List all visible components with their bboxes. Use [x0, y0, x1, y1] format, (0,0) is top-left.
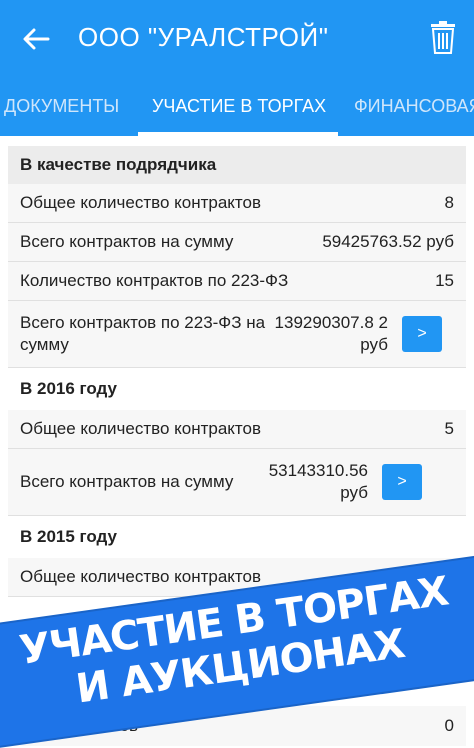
section-header-2015: В 2015 году	[8, 516, 466, 558]
row-value: 8	[444, 193, 454, 212]
section-header-contractor: В качестве подрядчика	[8, 146, 466, 184]
row-label: Общее количество контрактов	[20, 193, 262, 212]
trash-icon	[431, 21, 455, 54]
app-bar: ООО "УРАЛСТРОЙ"	[0, 0, 474, 78]
row-value: 0	[444, 716, 454, 735]
back-button[interactable]	[18, 24, 54, 54]
tab-indicator	[138, 132, 338, 136]
row-value: 139290307.8 2 руб	[274, 313, 388, 354]
list-item: Количество контрактов по 223-ФЗ 15	[8, 262, 466, 301]
row-label: Всего контрактов на сумму	[20, 472, 234, 491]
content-list: В качестве подрядчика Общее количество к…	[8, 146, 466, 597]
page-title: ООО "УРАЛСТРОЙ"	[78, 22, 329, 52]
delete-button[interactable]	[426, 18, 460, 56]
section-header-2016: В 2016 году	[8, 368, 466, 410]
list-item: Всего контрактов на сумму 53143310.56 ру…	[8, 449, 466, 516]
list-item: Всего контрактов на сумму 59425763.52 ру…	[8, 223, 466, 262]
row-label: Всего контрактов по 223-ФЗ на сумму	[20, 313, 266, 354]
tab-tenders[interactable]: УЧАСТИЕ В ТОРГАХ	[152, 96, 326, 117]
row-value: 15	[435, 271, 454, 290]
details-button[interactable]: >	[402, 316, 442, 352]
row-label: Количество контрактов по 223-ФЗ	[20, 271, 289, 290]
row-label: Общее количество контрактов	[20, 419, 262, 438]
list-item: Общее количество контрактов 5	[8, 410, 466, 449]
list-item: Всего контрактов по 223-ФЗ на сумму 1392…	[8, 301, 466, 368]
tab-bar: ДОКУМЕНТЫ УЧАСТИЕ В ТОРГАХ ФИНАНСОВАЯ	[0, 78, 474, 136]
row-value: 59425763.52 руб	[322, 232, 454, 251]
details-button[interactable]: >	[382, 464, 422, 500]
tab-financial[interactable]: ФИНАНСОВАЯ	[354, 96, 474, 117]
list-item: Общее количество контрактов 8	[8, 184, 466, 223]
row-value: 5	[444, 419, 454, 438]
row-label: Всего контрактов на сумму	[20, 232, 234, 251]
tab-documents[interactable]: ДОКУМЕНТЫ	[4, 96, 119, 117]
arrow-left-icon	[23, 28, 50, 50]
row-value: 53143310.56 руб	[268, 461, 368, 502]
